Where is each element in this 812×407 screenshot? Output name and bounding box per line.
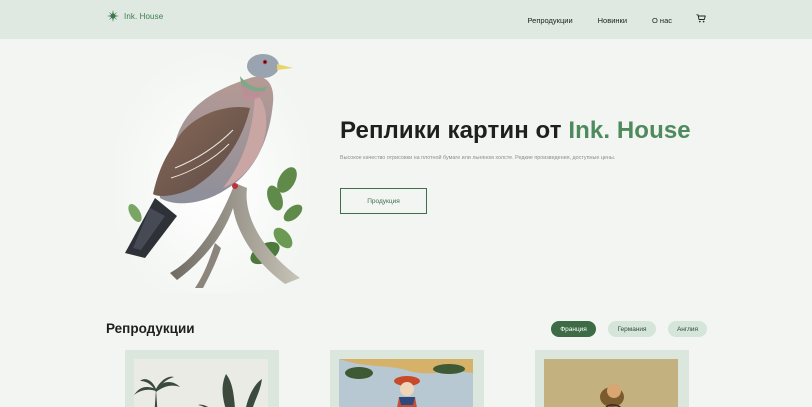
filter-chip-france[interactable]: Франция [551,321,596,337]
site-header: Ink. House Репродукции Новинки О нас [0,0,812,39]
nav-item-about[interactable]: О нас [652,16,672,25]
cart-icon[interactable] [696,10,706,28]
nav-item-new[interactable]: Новинки [598,16,627,25]
logo-icon [107,10,119,22]
country-filters: Франция Германия Англия [551,321,707,337]
hero-title-prefix: Реплики картин от [340,117,569,144]
hero-pigeon-illustration [115,48,310,293]
hero-subtitle: Высокое качество отрисовки на плотной бу… [340,155,616,161]
filter-chip-england[interactable]: Англия [668,321,707,337]
hero-title: Реплики картин от Ink. House [340,117,691,145]
section-title: Репродукции [106,321,195,336]
product-image [544,359,678,407]
filter-chip-germany[interactable]: Германия [608,321,656,337]
product-card[interactable] [535,350,689,407]
main-nav: Репродукции Новинки О нас [502,13,706,28]
nav-item-reproductions[interactable]: Репродукции [527,16,572,25]
product-card[interactable] [125,350,279,407]
product-image [339,359,473,407]
product-card[interactable] [330,350,484,407]
product-image [134,359,268,407]
logo-text: Ink. House [124,11,164,21]
logo[interactable]: Ink. House [107,10,163,22]
hero-title-brand: Ink. House [568,117,691,144]
products-button[interactable]: Продукция [340,188,427,214]
